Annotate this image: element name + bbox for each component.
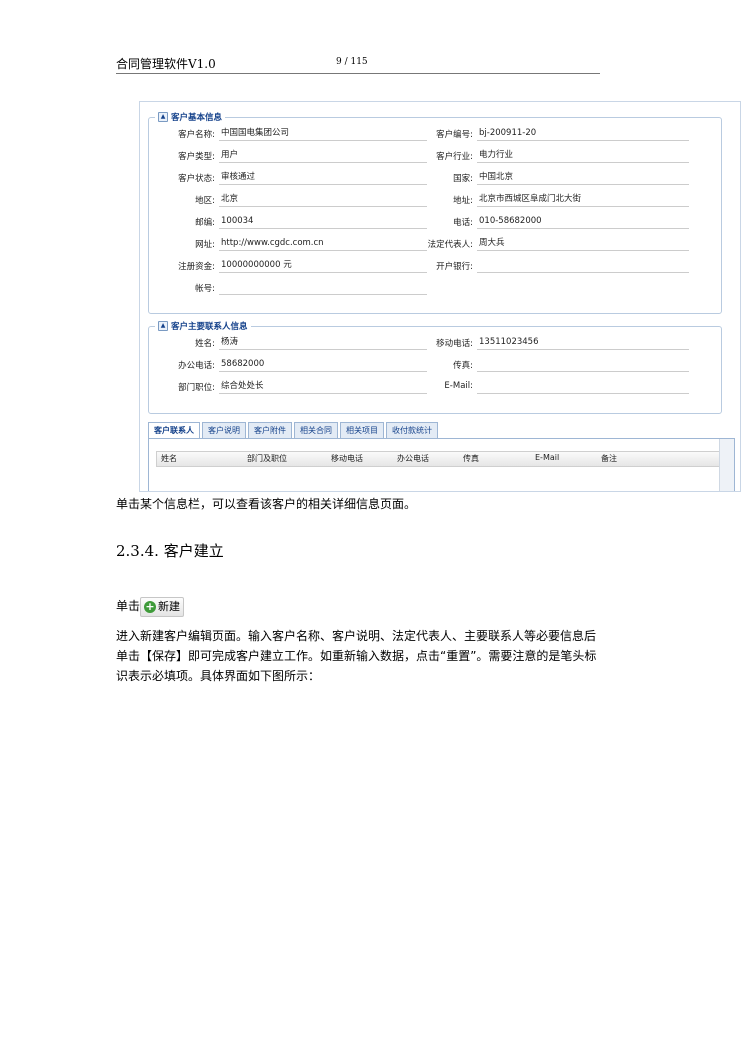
basic-info-title[interactable]: ▲ 客户基本信息: [155, 111, 226, 123]
field-label: 部门职位:: [178, 383, 215, 393]
detail-tabs: 客户联系人 客户说明 客户附件 相关合同 相关项目 收付款统计: [148, 422, 438, 439]
grid-column-header[interactable]: 部门及职位: [247, 453, 287, 464]
field-value[interactable]: 综合处处长: [219, 380, 427, 394]
field-label: 地区:: [195, 196, 215, 206]
contact-info-section: ▲ 客户主要联系人信息 姓名: 杨涛 移动电话: 13511023456 办公电话: 58…: [148, 320, 722, 414]
field-label: 办公电话:: [178, 361, 215, 371]
field-label: 电话:: [453, 218, 473, 228]
paragraph-1: 单击某个信息栏，可以查看该客户的相关详细信息页面。: [116, 497, 417, 511]
customer-detail-screenshot: ▲ 客户基本信息 客户名称: 中国国电集团公司 客户编号: bj-200911-20 客…: [139, 101, 741, 492]
tab-item[interactable]: 客户说明: [202, 422, 246, 439]
section-heading: 2.3.4. 客户建立: [116, 542, 224, 560]
field-label: 帐号:: [195, 284, 215, 294]
field-label: 客户名称:: [178, 130, 215, 140]
field-value[interactable]: 13511023456: [477, 336, 689, 350]
tab-item[interactable]: 客户联系人: [148, 422, 200, 439]
paragraph-2: 单击 + 新建: [116, 596, 636, 617]
page-header: 合同管理软件V1.0 9 / 115: [116, 55, 600, 74]
tab-item[interactable]: 客户附件: [248, 422, 292, 439]
field-value[interactable]: 用户: [219, 149, 427, 163]
field-value[interactable]: 北京: [219, 193, 427, 207]
grid-column-header[interactable]: 姓名: [161, 453, 177, 464]
field-label: 客户编号:: [436, 130, 473, 140]
page-number: 9 / 115: [336, 57, 368, 67]
field-value[interactable]: [219, 281, 427, 295]
collapse-icon[interactable]: ▲: [158, 112, 168, 122]
field-label: 国家:: [453, 174, 473, 184]
field-label: 法定代表人:: [427, 240, 473, 250]
field-value[interactable]: 审核通过: [219, 171, 427, 185]
collapse-icon[interactable]: ▲: [158, 321, 168, 331]
field-label: 传真:: [453, 361, 473, 371]
grid-column-header[interactable]: 办公电话: [397, 453, 429, 464]
grid-column-header[interactable]: E-Mail: [535, 453, 559, 462]
tab-item[interactable]: 相关合同: [294, 422, 338, 439]
field-value[interactable]: 010-58682000: [477, 215, 689, 229]
field-label: 客户行业:: [436, 152, 473, 162]
grid-column-header[interactable]: 传真: [463, 453, 479, 464]
basic-info-section: ▲ 客户基本信息 客户名称: 中国国电集团公司 客户编号: bj-200911-20 客…: [148, 111, 722, 314]
field-value[interactable]: 10000000000 元: [219, 259, 427, 273]
field-value[interactable]: 100034: [219, 215, 427, 229]
field-label: 姓名:: [195, 339, 215, 349]
field-value[interactable]: 周大兵: [477, 237, 689, 251]
field-value[interactable]: 杨涛: [219, 336, 427, 350]
field-label: E-Mail:: [444, 381, 473, 391]
contact-info-title[interactable]: ▲ 客户主要联系人信息: [155, 320, 251, 332]
field-label: 开户银行:: [436, 262, 473, 272]
grid-column-header[interactable]: 备注: [601, 453, 617, 464]
field-label: 客户状态:: [178, 174, 215, 184]
field-value[interactable]: [477, 380, 689, 394]
field-value[interactable]: 中国北京: [477, 171, 689, 185]
grid-column-header[interactable]: 移动电话: [331, 453, 363, 464]
field-label: 地址:: [453, 196, 473, 206]
field-value[interactable]: 北京市西城区阜成门北大街: [477, 193, 689, 207]
grid-header: 姓名 部门及职位 移动电话 办公电话 传真 E-Mail 备注: [156, 451, 720, 467]
field-value[interactable]: 电力行业: [477, 149, 689, 163]
field-value[interactable]: [477, 358, 689, 372]
field-value[interactable]: http://www.cgdc.com.cn: [219, 237, 427, 251]
field-value[interactable]: 中国国电集团公司: [219, 127, 427, 141]
paragraph-3: 进入新建客户编辑页面。输入客户名称、客户说明、法定代表人、主要联系人等必要信息后…: [116, 629, 597, 683]
grid-scrollbar[interactable]: [719, 439, 734, 491]
field-value[interactable]: 58682000: [219, 358, 427, 372]
tab-item[interactable]: 收付款统计: [386, 422, 438, 439]
plus-icon: +: [144, 599, 157, 613]
field-value[interactable]: bj-200911-20: [477, 127, 689, 141]
field-label: 网址:: [195, 240, 215, 250]
doc-title: 合同管理软件V1.0: [116, 57, 216, 71]
field-label: 邮编:: [195, 218, 215, 228]
field-value[interactable]: [477, 259, 689, 273]
new-button[interactable]: + 新建: [140, 596, 185, 617]
field-label: 客户类型:: [178, 152, 215, 162]
field-label: 注册资金:: [178, 262, 215, 272]
tab-item[interactable]: 相关项目: [340, 422, 384, 439]
contacts-grid: 姓名 部门及职位 移动电话 办公电话 传真 E-Mail 备注: [148, 438, 735, 491]
field-label: 移动电话:: [436, 339, 473, 349]
